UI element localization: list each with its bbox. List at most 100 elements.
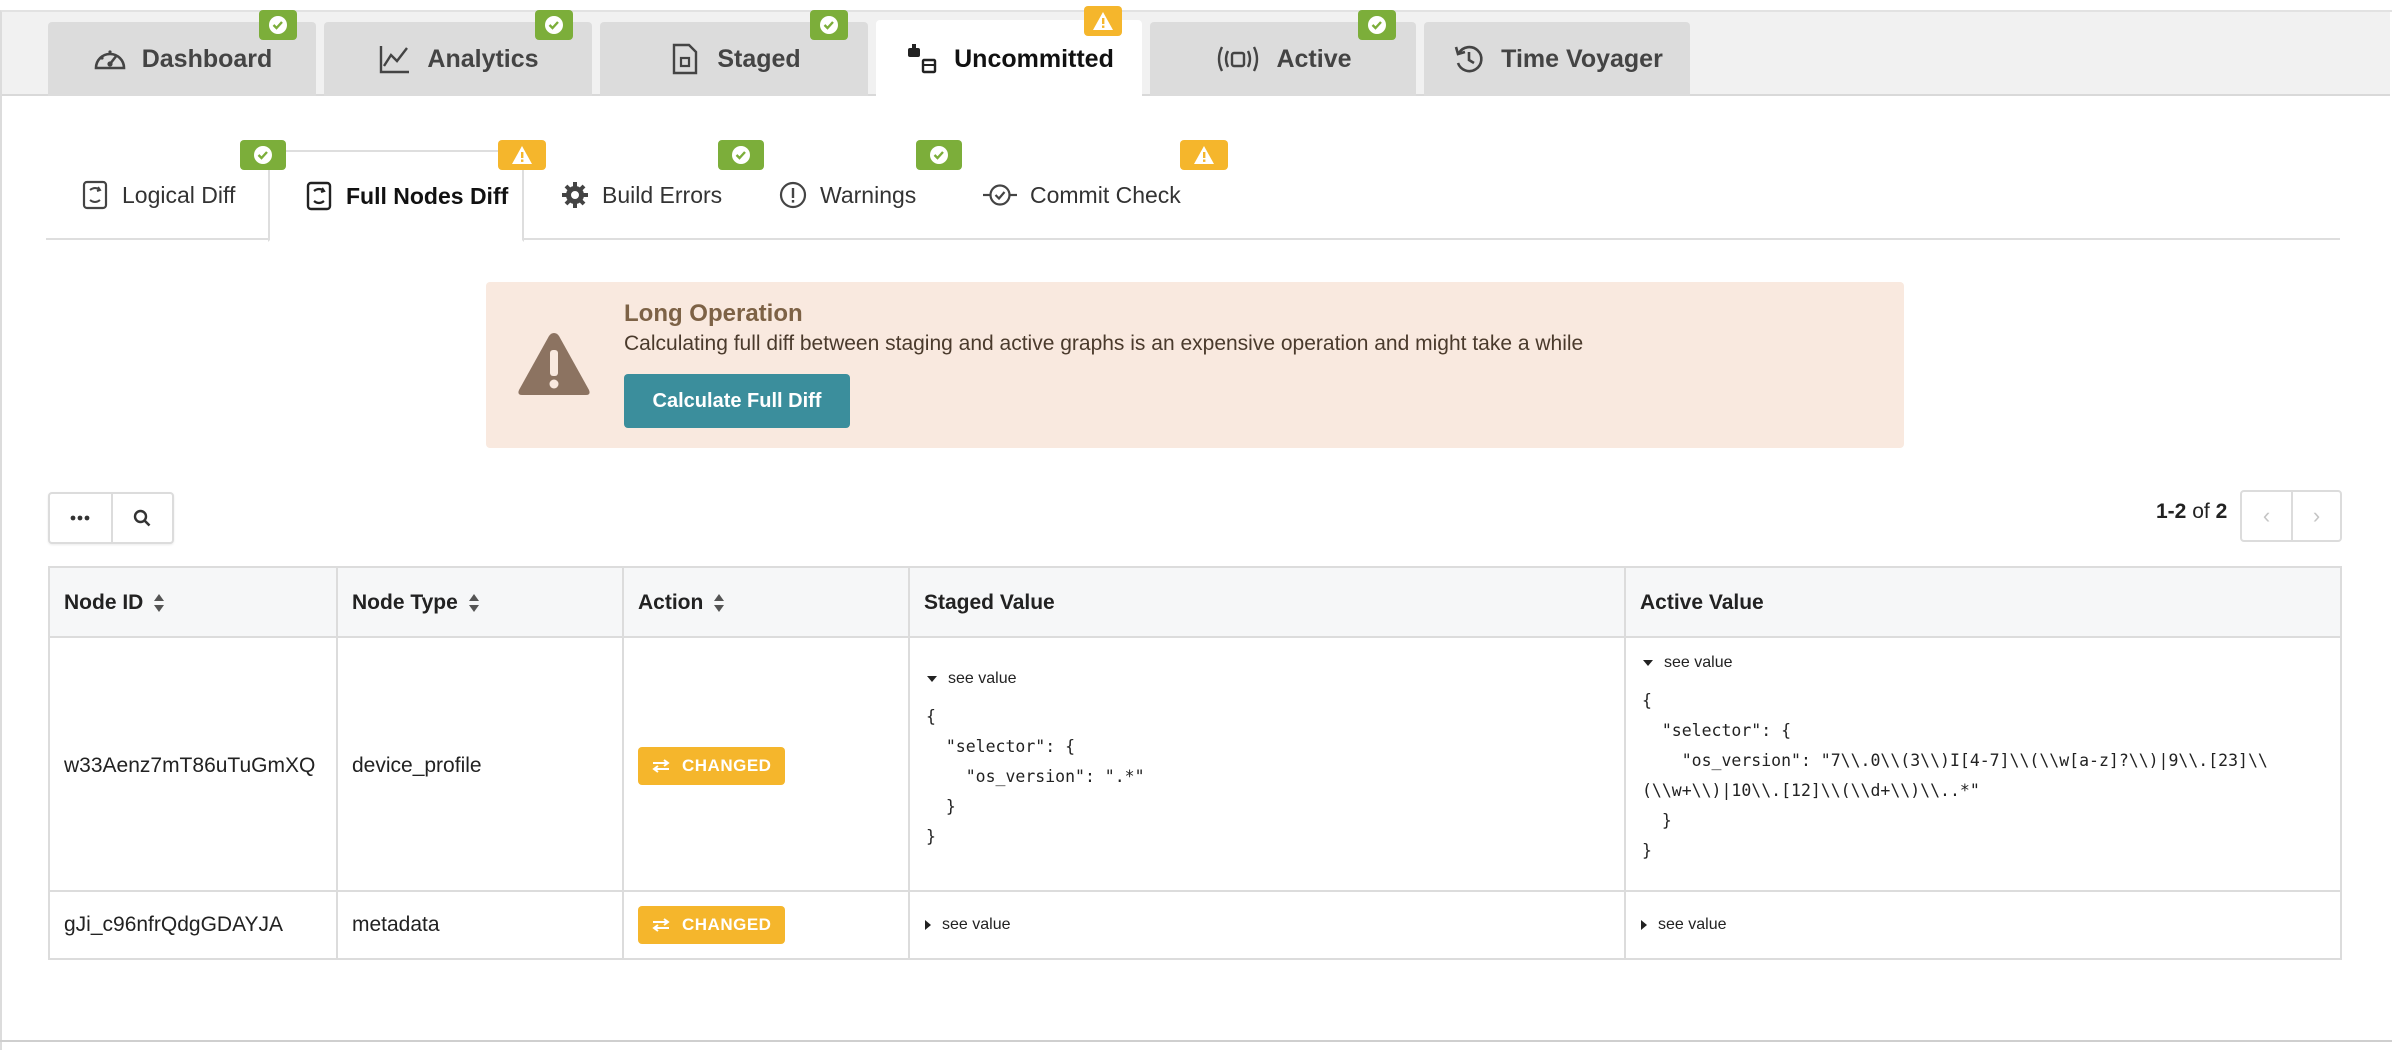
calculate-full-diff-button[interactable]: Calculate Full Diff xyxy=(624,374,850,428)
next-page-button[interactable]: › xyxy=(2291,492,2340,540)
action-badge: CHANGED xyxy=(638,747,786,785)
ellipsis-icon xyxy=(71,515,90,521)
top-tab-bar: Dashboard Analytics Staged Uncommitted A… xyxy=(2,12,2390,98)
sort-icon xyxy=(714,594,725,612)
see-value-toggle[interactable]: see value xyxy=(1640,916,1727,934)
caret-down-icon xyxy=(1643,660,1653,666)
pagination-range: 1-2 xyxy=(2156,500,2187,523)
active-value-code: { "selector": { "os_version": "7\\.0\\(3… xyxy=(1642,691,2268,860)
staged-value-code: { "selector": { "os_version": ".*" } } xyxy=(926,707,1145,846)
sort-icon xyxy=(468,594,479,612)
warning-icon xyxy=(512,146,532,164)
gear-icon xyxy=(560,180,590,210)
broadcast-icon xyxy=(1214,41,1262,77)
diff-table: Node ID Node Type Action Staged Value Ac… xyxy=(48,566,2342,960)
check-circle-icon xyxy=(820,16,838,34)
status-badge-warning xyxy=(498,140,546,170)
node-id-cell: w33Aenz7mT86uTuGmXQ xyxy=(64,754,316,777)
swap-icon xyxy=(652,759,670,773)
tab-full-nodes-diff[interactable]: Full Nodes Diff xyxy=(268,150,524,242)
status-badge-ok xyxy=(240,140,286,170)
tab-label: Uncommitted xyxy=(954,44,1114,73)
commit-icon xyxy=(982,180,1018,210)
node-type-cell: metadata xyxy=(352,913,440,936)
status-badge-ok xyxy=(259,10,297,40)
status-badge-ok xyxy=(916,140,962,170)
status-badge-ok xyxy=(535,10,573,40)
tab-label: Active xyxy=(1276,44,1352,73)
column-header-active-value: Active Value xyxy=(1640,591,1764,614)
tab-label: Staged xyxy=(717,44,801,73)
history-icon xyxy=(1451,41,1487,77)
node-id-cell: gJi_c96nfrQdgGDAYJA xyxy=(64,913,284,936)
sub-tab-label: Warnings xyxy=(820,181,917,208)
pagination-total: 2 xyxy=(2215,500,2228,523)
see-value-toggle[interactable]: see value xyxy=(924,916,1011,934)
see-value-toggle[interactable]: see value xyxy=(926,670,1616,688)
column-header-action[interactable]: Action xyxy=(624,568,908,638)
uncommitted-icon xyxy=(904,41,940,77)
status-badge-warning xyxy=(1084,6,1122,36)
sub-tab-label: Build Errors xyxy=(602,181,723,208)
tab-label: Dashboard xyxy=(141,44,273,73)
warning-icon xyxy=(1194,146,1214,164)
active-value-cell: see value { "selector": { "os_version": … xyxy=(1642,654,2332,866)
check-circle-icon xyxy=(254,146,272,164)
more-options-button[interactable] xyxy=(50,494,111,542)
status-badge-ok xyxy=(810,10,848,40)
chart-line-icon xyxy=(377,41,413,77)
action-cell: CHANGED xyxy=(624,892,908,958)
tab-label: Analytics xyxy=(427,44,539,73)
staged-value-cell: see value { "selector": { "os_version": … xyxy=(926,670,1616,852)
tab-warnings[interactable]: Warnings xyxy=(778,150,916,240)
dashboard-icon xyxy=(92,41,128,77)
tab-commit-check[interactable]: Commit Check xyxy=(982,150,1181,240)
check-circle-icon xyxy=(930,146,948,164)
search-button[interactable] xyxy=(110,494,172,542)
staged-value-cell: see value xyxy=(910,892,1624,958)
column-header-node-type[interactable]: Node Type xyxy=(338,568,622,638)
alert-message: Calculating full diff between staging an… xyxy=(624,332,1584,355)
caret-right-icon xyxy=(1641,920,1647,930)
document-icon xyxy=(667,41,703,77)
pagination-summary: 1-2 of 2 xyxy=(2156,500,2227,524)
node-type-cell: device_profile xyxy=(352,754,482,777)
exclamation-circle-icon xyxy=(778,180,808,210)
warning-icon xyxy=(1093,12,1113,30)
prev-page-button[interactable]: ‹ xyxy=(2242,492,2291,540)
alert-title: Long Operation xyxy=(624,300,803,327)
search-icon xyxy=(134,509,151,527)
warning-icon xyxy=(518,333,590,395)
action-badge: CHANGED xyxy=(638,906,786,944)
tab-logical-diff[interactable]: Logical Diff xyxy=(80,150,235,240)
active-value-cell: see value xyxy=(1626,892,2340,958)
status-badge-warning xyxy=(1180,140,1228,170)
tab-build-errors[interactable]: Build Errors xyxy=(560,150,722,240)
tab-time-voyager[interactable]: Time Voyager xyxy=(1424,22,1690,96)
sub-tab-label: Commit Check xyxy=(1030,181,1181,208)
check-circle-icon xyxy=(269,16,287,34)
sub-tab-label: Logical Diff xyxy=(122,181,236,208)
table-toolbar xyxy=(48,492,174,544)
caret-down-icon xyxy=(927,676,937,682)
sort-icon xyxy=(154,594,165,612)
action-cell: CHANGED xyxy=(624,640,908,892)
column-header-node-id[interactable]: Node ID xyxy=(50,568,336,638)
see-value-toggle[interactable]: see value xyxy=(1642,654,2332,672)
status-badge-ok xyxy=(1358,10,1396,40)
caret-right-icon xyxy=(925,920,931,930)
check-circle-icon xyxy=(732,146,750,164)
tab-label: Time Voyager xyxy=(1501,44,1663,73)
pagination-controls: ‹ › xyxy=(2240,490,2342,542)
diff-icon xyxy=(80,180,110,210)
column-header-staged-value: Staged Value xyxy=(924,591,1055,614)
table-header: Node ID Node Type Action Staged Value Ac… xyxy=(50,568,2340,638)
sub-tab-label: Full Nodes Diff xyxy=(346,182,509,209)
check-circle-icon xyxy=(545,16,563,34)
check-circle-icon xyxy=(1368,16,1386,34)
swap-icon xyxy=(652,918,670,932)
pagination-of: of xyxy=(2192,500,2210,523)
diff-icon xyxy=(304,181,334,211)
long-operation-alert: Long Operation Calculating full diff bet… xyxy=(486,282,1904,448)
status-badge-ok xyxy=(718,140,764,170)
